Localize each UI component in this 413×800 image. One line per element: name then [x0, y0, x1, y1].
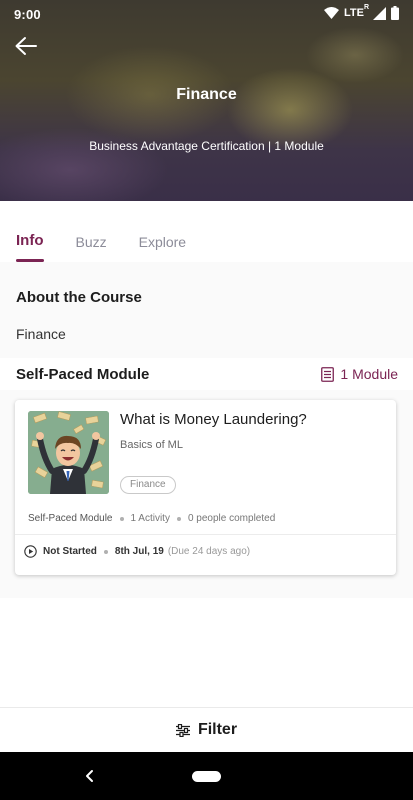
- course-subtitle: Business Advantage Certification | 1 Mod…: [89, 139, 324, 153]
- status-time: 9:00: [14, 7, 41, 22]
- arrow-left-icon: [15, 37, 37, 55]
- module-meta: Self-Paced Module 1 Activity 0 people co…: [28, 513, 275, 524]
- separator-dot: [119, 516, 124, 521]
- activity-count: 1 Activity: [130, 513, 170, 524]
- module-title: What is Money Laundering?: [120, 411, 307, 428]
- tab-buzz[interactable]: Buzz: [76, 218, 107, 262]
- separator-dot: [176, 516, 181, 521]
- separator-dot: [103, 549, 108, 554]
- tab-info[interactable]: Info: [16, 218, 44, 262]
- signal-icon: [373, 6, 386, 20]
- nav-back-icon[interactable]: [82, 766, 98, 786]
- module-tag: Finance: [120, 476, 176, 494]
- tab-bar: Info Buzz Explore: [0, 218, 413, 262]
- nav-home-pill[interactable]: [192, 771, 221, 782]
- filter-button[interactable]: Filter: [0, 707, 413, 752]
- module-card[interactable]: What is Money Laundering? Basics of ML F…: [15, 400, 396, 575]
- module-count[interactable]: 1 Module: [321, 366, 398, 382]
- module-type: Self-Paced Module: [28, 513, 113, 524]
- course-header: 9:00 LTE R Finance Business Advantage Cer…: [0, 0, 413, 201]
- system-nav-bar: [0, 752, 413, 800]
- module-subtitle: Basics of ML: [120, 439, 183, 451]
- network-label: LTE: [344, 7, 364, 19]
- back-button[interactable]: [12, 32, 40, 60]
- sliders-icon: [175, 723, 190, 737]
- money-man-illustration: [28, 411, 109, 494]
- status-bar: 9:00 LTE R: [0, 0, 413, 28]
- tab-explore[interactable]: Explore: [139, 218, 186, 262]
- play-circle-icon: [24, 545, 37, 558]
- module-count-label: 1 Module: [340, 366, 398, 382]
- module-thumbnail: [28, 411, 109, 494]
- filter-label: Filter: [197, 721, 238, 738]
- wifi-icon: [324, 7, 340, 19]
- about-text: Finance: [16, 326, 66, 342]
- module-heading: Self-Paced Module: [16, 366, 150, 383]
- status-icons: LTE R: [324, 4, 399, 20]
- completion-count: 0 people completed: [187, 513, 276, 524]
- roaming-indicator: R: [363, 4, 369, 11]
- network-type: LTE R: [344, 4, 369, 19]
- due-date: 8th Jul, 19: [114, 546, 164, 557]
- about-heading: About the Course: [16, 289, 142, 306]
- course-title: Finance: [176, 86, 237, 103]
- due-note: (Due 24 days ago): [167, 546, 251, 557]
- module-status: Not Started 8th Jul, 19 (Due 24 days ago…: [24, 545, 250, 558]
- document-list-icon: [321, 366, 335, 382]
- battery-icon: [391, 6, 399, 20]
- status-label: Not Started: [43, 546, 97, 557]
- card-divider: [15, 534, 396, 535]
